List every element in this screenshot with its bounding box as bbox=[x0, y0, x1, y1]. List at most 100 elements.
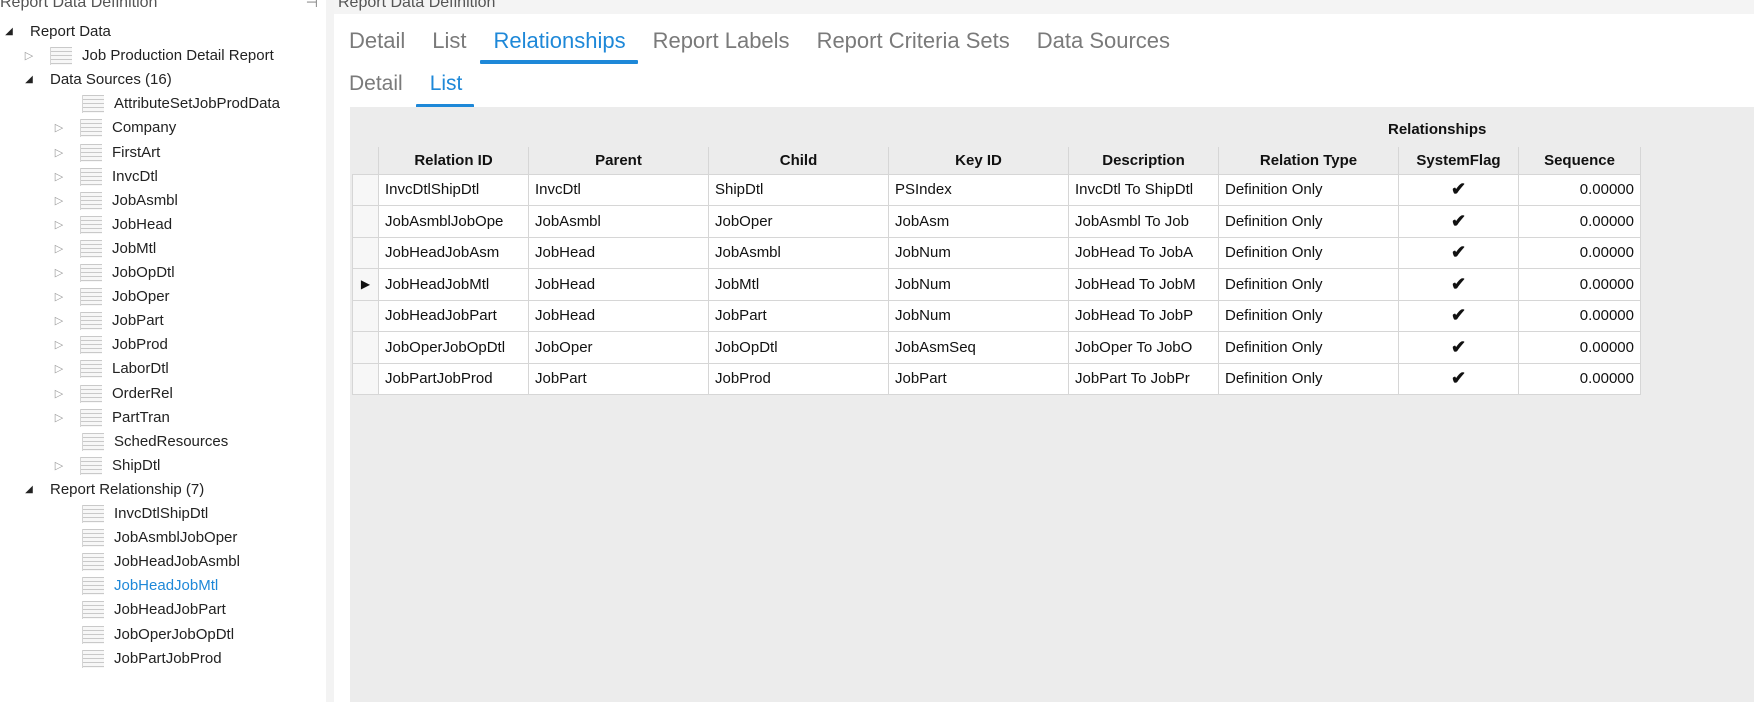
collapsed-arrow-icon[interactable]: ▷ bbox=[52, 285, 66, 309]
tree-item[interactable]: ▷ LaborDtl bbox=[52, 357, 169, 381]
cell-relation-type[interactable]: Definition Only bbox=[1218, 173, 1399, 206]
tree-item[interactable]: JobHeadJobPart bbox=[52, 598, 226, 622]
tab-report-labels[interactable]: Report Labels bbox=[638, 22, 802, 62]
row-indicator[interactable] bbox=[352, 205, 379, 238]
cell-sequence[interactable]: 0.00000 bbox=[1518, 331, 1641, 364]
pin-icon[interactable]: ⊣ bbox=[306, 0, 318, 11]
collapsed-arrow-icon[interactable]: ▷ bbox=[52, 189, 66, 213]
column-header[interactable]: Relation Type bbox=[1218, 147, 1399, 175]
cell-sequence[interactable]: 0.00000 bbox=[1518, 299, 1641, 332]
tree-item[interactable]: ◢ Data Sources (16) bbox=[22, 68, 172, 92]
collapsed-arrow-icon[interactable]: ▷ bbox=[52, 141, 66, 165]
cell-relation-id[interactable]: JobHeadJobMtl bbox=[378, 268, 529, 301]
row-indicator[interactable] bbox=[352, 236, 379, 269]
column-header[interactable]: Parent bbox=[528, 147, 709, 175]
cell-child[interactable]: JobAsmbl bbox=[708, 236, 889, 269]
column-header[interactable]: Description bbox=[1068, 147, 1219, 175]
cell-relation-id[interactable]: JobAsmblJobOpe bbox=[378, 205, 529, 238]
cell-description[interactable]: JobHead To JobM bbox=[1068, 268, 1219, 301]
tree-item[interactable]: ▷ InvcDtl bbox=[52, 165, 158, 189]
cell-relation-id[interactable]: JobHeadJobPart bbox=[378, 299, 529, 332]
subtab-list[interactable]: List bbox=[415, 66, 475, 108]
cell-relation-id[interactable]: JobHeadJobAsm bbox=[378, 236, 529, 269]
collapsed-arrow-icon[interactable]: ▷ bbox=[52, 237, 66, 261]
cell-description[interactable]: JobOper To JobO bbox=[1068, 331, 1219, 364]
collapsed-arrow-icon[interactable]: ▷ bbox=[52, 165, 66, 189]
system-flag-cell[interactable]: ✔ bbox=[1398, 299, 1519, 332]
collapsed-arrow-icon[interactable]: ▷ bbox=[22, 44, 36, 68]
tree-item[interactable]: ▷ JobProd bbox=[52, 333, 168, 357]
cell-key-id[interactable]: JobAsm bbox=[888, 205, 1069, 238]
tab-list[interactable]: List bbox=[417, 22, 478, 62]
system-flag-cell[interactable]: ✔ bbox=[1398, 362, 1519, 395]
cell-parent[interactable]: JobPart bbox=[528, 362, 709, 395]
tree-item[interactable]: JobHeadJobMtl bbox=[52, 574, 218, 598]
cell-relation-id[interactable]: InvcDtlShipDtl bbox=[378, 173, 529, 206]
expanded-arrow-icon[interactable]: ◢ bbox=[22, 478, 36, 502]
collapsed-arrow-icon[interactable]: ▷ bbox=[52, 357, 66, 381]
tree-item[interactable]: JobOperJobOpDtl bbox=[52, 623, 234, 647]
tab-data-sources[interactable]: Data Sources bbox=[1022, 22, 1182, 62]
subtab-detail[interactable]: Detail bbox=[334, 66, 415, 106]
cell-description[interactable]: JobHead To JobP bbox=[1068, 299, 1219, 332]
tab-detail[interactable]: Detail bbox=[334, 22, 417, 62]
row-indicator[interactable]: ▶ bbox=[352, 268, 379, 301]
cell-sequence[interactable]: 0.00000 bbox=[1518, 268, 1641, 301]
system-flag-cell[interactable]: ✔ bbox=[1398, 331, 1519, 364]
cell-description[interactable]: JobAsmbl To Job bbox=[1068, 205, 1219, 238]
tree-item[interactable]: ▷ PartTran bbox=[52, 406, 170, 430]
column-header[interactable]: Sequence bbox=[1518, 147, 1641, 175]
table-row[interactable]: ▶ JobHeadJobMtl JobHead JobMtl JobNum JobHead… bbox=[352, 268, 1641, 301]
tree-item[interactable]: ▷ OrderRel bbox=[52, 382, 173, 406]
tree-item[interactable]: ▷ JobAsmbl bbox=[52, 189, 178, 213]
table-row[interactable]: JobHeadJobAsm JobHead JobAsmbl JobNum JobHea… bbox=[352, 236, 1641, 269]
collapsed-arrow-icon[interactable]: ▷ bbox=[52, 454, 66, 478]
tree-item[interactable]: AttributeSetJobProdData bbox=[52, 92, 280, 116]
collapsed-arrow-icon[interactable]: ▷ bbox=[52, 213, 66, 237]
tree-item[interactable]: ◢ Report Relationship (7) bbox=[22, 478, 204, 502]
table-row[interactable]: JobAsmblJobOpe JobAsmbl JobOper JobAsm JobAs… bbox=[352, 205, 1641, 238]
tree-item[interactable]: ▷ JobPart bbox=[52, 309, 164, 333]
tree-item[interactable]: JobHeadJobAsmbl bbox=[52, 550, 240, 574]
tree-item[interactable]: ◢ Report Data bbox=[2, 20, 111, 44]
row-indicator[interactable] bbox=[352, 299, 379, 332]
cell-child[interactable]: JobPart bbox=[708, 299, 889, 332]
row-indicator[interactable] bbox=[352, 362, 379, 395]
cell-relation-type[interactable]: Definition Only bbox=[1218, 362, 1399, 395]
tree-item[interactable]: JobPartJobProd bbox=[52, 647, 222, 671]
cell-child[interactable]: JobProd bbox=[708, 362, 889, 395]
tab-relationships[interactable]: Relationships bbox=[479, 22, 638, 64]
system-flag-cell[interactable]: ✔ bbox=[1398, 205, 1519, 238]
cell-key-id[interactable]: JobAsmSeq bbox=[888, 331, 1069, 364]
tree-item[interactable]: ▷ JobOper bbox=[52, 285, 170, 309]
cell-parent[interactable]: JobHead bbox=[528, 236, 709, 269]
table-row[interactable]: InvcDtlShipDtl InvcDtl ShipDtl PSIndex InvcD… bbox=[352, 173, 1641, 206]
pane-splitter[interactable] bbox=[326, 0, 334, 702]
system-flag-cell[interactable]: ✔ bbox=[1398, 173, 1519, 206]
column-header[interactable]: Key ID bbox=[888, 147, 1069, 175]
tree-item[interactable]: ▷ Job Production Detail Report bbox=[22, 44, 274, 68]
cell-child[interactable]: JobOper bbox=[708, 205, 889, 238]
row-indicator[interactable] bbox=[352, 331, 379, 364]
cell-relation-type[interactable]: Definition Only bbox=[1218, 236, 1399, 269]
cell-key-id[interactable]: PSIndex bbox=[888, 173, 1069, 206]
cell-description[interactable]: JobPart To JobPr bbox=[1068, 362, 1219, 395]
cell-key-id[interactable]: JobNum bbox=[888, 236, 1069, 269]
cell-relation-type[interactable]: Definition Only bbox=[1218, 331, 1399, 364]
cell-description[interactable]: InvcDtl To ShipDtl bbox=[1068, 173, 1219, 206]
system-flag-cell[interactable]: ✔ bbox=[1398, 268, 1519, 301]
column-header[interactable]: Child bbox=[708, 147, 889, 175]
tree-item[interactable]: ▷ Company bbox=[52, 116, 176, 140]
cell-relation-type[interactable]: Definition Only bbox=[1218, 268, 1399, 301]
row-indicator[interactable] bbox=[352, 173, 379, 206]
cell-description[interactable]: JobHead To JobA bbox=[1068, 236, 1219, 269]
tree-item[interactable]: JobAsmblJobOper bbox=[52, 526, 237, 550]
cell-sequence[interactable]: 0.00000 bbox=[1518, 205, 1641, 238]
cell-parent[interactable]: JobAsmbl bbox=[528, 205, 709, 238]
column-header[interactable]: SystemFlag bbox=[1398, 147, 1519, 175]
collapsed-arrow-icon[interactable]: ▷ bbox=[52, 333, 66, 357]
system-flag-cell[interactable]: ✔ bbox=[1398, 236, 1519, 269]
collapsed-arrow-icon[interactable]: ▷ bbox=[52, 309, 66, 333]
cell-parent[interactable]: InvcDtl bbox=[528, 173, 709, 206]
cell-sequence[interactable]: 0.00000 bbox=[1518, 362, 1641, 395]
